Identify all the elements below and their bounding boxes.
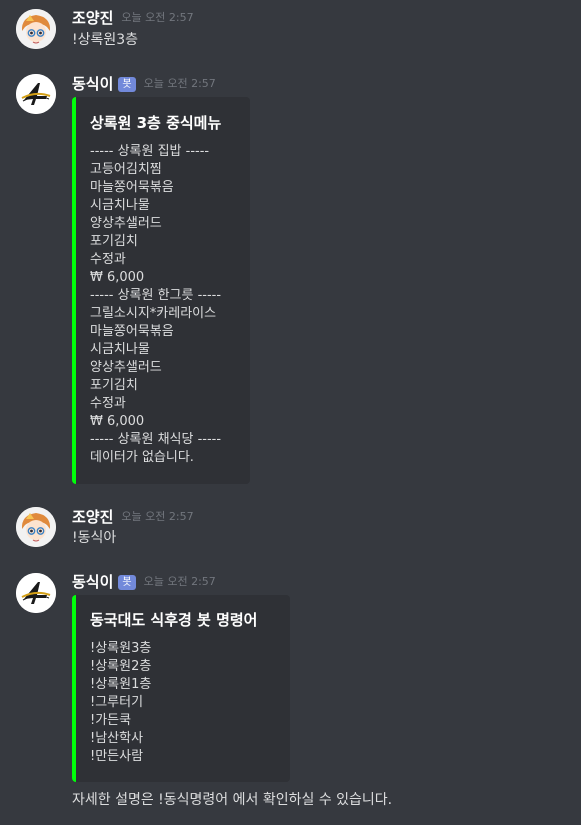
embed-line: ₩ 6,000 — [90, 414, 145, 429]
embed-line: ----- 상록원 집밥 ----- — [90, 144, 210, 159]
message-text: !상록원3층 — [72, 32, 139, 48]
embed-line: !상록원1층 — [90, 677, 152, 692]
user-avatar[interactable] — [16, 9, 56, 49]
message-text: !동식아 — [72, 530, 117, 546]
embed-line: 그릴소시지*카레라이스 — [90, 306, 217, 321]
embed-line: !상록원3층 — [90, 641, 152, 656]
username[interactable]: 동식이 — [72, 572, 113, 592]
username[interactable]: 동식이 — [72, 74, 113, 94]
user-avatar[interactable] — [16, 507, 56, 547]
embed-line: 데이터가 없습니다. — [90, 450, 194, 465]
embed-line: 수정과 — [90, 252, 126, 267]
embed-description: ----- 상록원 집밥 ----- 고등어김치찜 마늘쫑어묵볶음 시금치나물 … — [90, 143, 221, 467]
bot-avatar[interactable] — [16, 74, 56, 114]
message-footer-text: 자세한 설명은 !동식명령어 에서 확인하실 수 있습니다. — [72, 792, 393, 808]
embed-line: !상록원2층 — [90, 659, 152, 674]
bot-tag: 봇 — [118, 574, 136, 590]
embed-line: !남산학사 — [90, 731, 144, 746]
embed-line: !가든쿡 — [90, 713, 132, 728]
embed-line: 시금치나물 — [90, 198, 150, 213]
embed-line: 마늘쫑어묵볶음 — [90, 324, 174, 339]
embed-line: ₩ 6,000 — [90, 270, 145, 285]
timestamp: 오늘 오전 2:57 — [143, 77, 216, 90]
embed-line: 양상추샐러드 — [90, 216, 162, 231]
username[interactable]: 조양진 — [72, 507, 113, 527]
embed-line: !그루터기 — [90, 695, 144, 710]
embed-line: 포기김치 — [90, 378, 138, 393]
embed: 상록원 3층 중식메뉴 ----- 상록원 집밥 ----- 고등어김치찜 마늘… — [72, 97, 250, 484]
username[interactable]: 조양진 — [72, 8, 113, 28]
anime-avatar-icon — [16, 507, 56, 547]
bot-logo-icon — [16, 74, 56, 114]
anime-avatar-icon — [16, 9, 56, 49]
embed-line: 마늘쫑어묵볶음 — [90, 180, 174, 195]
embed-title: 동국대도 식후경 봇 명령어 — [90, 611, 258, 629]
bot-tag: 봇 — [118, 76, 136, 92]
embed-line: ----- 상록원 한그릇 ----- — [90, 288, 222, 303]
bot-avatar[interactable] — [16, 573, 56, 613]
timestamp: 오늘 오전 2:57 — [143, 575, 216, 588]
chat-message-list: 조양진 오늘 오전 2:57 !상록원3층 동식이 봇 오늘 오전 2:57 상… — [0, 0, 581, 825]
embed-line: 시금치나물 — [90, 342, 150, 357]
embed-line: ----- 상록원 채식당 ----- — [90, 432, 222, 447]
embed-title: 상록원 3층 중식메뉴 — [90, 114, 222, 132]
bot-logo-icon — [16, 573, 56, 613]
embed-line: 고등어김치찜 — [90, 162, 162, 177]
embed-description: !상록원3층 !상록원2층 !상록원1층 !그루터기 !가든쿡 !남산학사 !만… — [90, 640, 151, 766]
embed-line: !만든사람 — [90, 749, 144, 764]
embed: 동국대도 식후경 봇 명령어 !상록원3층 !상록원2층 !상록원1층 !그루터… — [72, 595, 290, 782]
embed-line: 양상추샐러드 — [90, 360, 162, 375]
embed-line: 포기김치 — [90, 234, 138, 249]
timestamp: 오늘 오전 2:57 — [121, 510, 194, 523]
timestamp: 오늘 오전 2:57 — [121, 11, 194, 24]
embed-line: 수정과 — [90, 396, 126, 411]
